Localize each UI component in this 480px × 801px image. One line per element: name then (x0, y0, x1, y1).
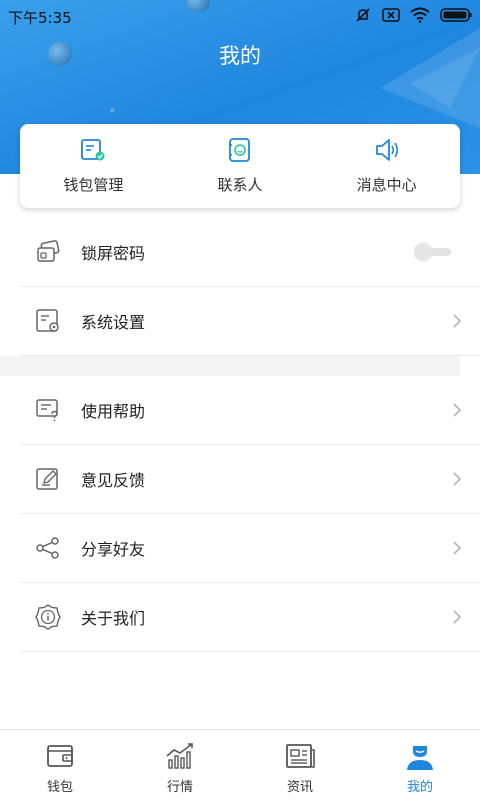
menu-item-label: 使用帮助 (81, 402, 146, 421)
tab-news[interactable]: 资讯 (240, 730, 360, 801)
tab-label: 我的 (406, 780, 433, 795)
wallet-manage-icon (81, 139, 105, 161)
quick-action-label: 消息中心 (356, 176, 417, 194)
menu-item-help[interactable]: 使用帮助 (20, 376, 480, 445)
info-badge-icon (35, 604, 61, 630)
quick-action-label: 联系人 (217, 176, 263, 194)
mute-icon (356, 8, 370, 22)
edit-icon (36, 468, 58, 490)
menu-item-label: 关于我们 (81, 609, 146, 628)
quick-action-message-center[interactable]: 消息中心 (313, 124, 460, 208)
menu-item-lock-screen[interactable]: 锁屏密码 (20, 218, 480, 287)
tab-label: 钱包 (46, 780, 73, 795)
settings-doc-icon (36, 309, 59, 332)
chevron-right-icon (453, 541, 462, 555)
speaker-icon (375, 139, 398, 161)
tab-label: 资讯 (286, 780, 313, 795)
tab-mine[interactable]: 我的 (360, 730, 480, 801)
chevron-right-icon (453, 610, 462, 624)
no-sim-icon (382, 8, 400, 22)
menu-item-label: 系统设置 (81, 313, 146, 332)
menu-item-label: 分享好友 (81, 540, 146, 559)
menu-item-label: 锁屏密码 (81, 244, 146, 263)
market-chart-icon (166, 743, 193, 769)
tab-wallet[interactable]: 钱包 (0, 730, 120, 801)
menu-item-system-settings[interactable]: 系统设置 (20, 287, 480, 356)
quick-actions-card: 钱包管理 联系人 消息中心 (20, 124, 460, 208)
lock-cards-icon (37, 240, 60, 262)
settings-list: 锁屏密码 系统设置 使用帮助 意见反馈 分享好友 关于我们 (0, 218, 480, 652)
menu-item-about[interactable]: 关于我们 (20, 583, 480, 652)
newspaper-icon (286, 744, 315, 768)
chevron-right-icon (453, 472, 462, 486)
bottom-tab-bar: 钱包 行情 资讯 我的 (0, 729, 480, 801)
quick-action-label: 钱包管理 (63, 176, 124, 194)
tab-market[interactable]: 行情 (120, 730, 240, 801)
contacts-icon (229, 138, 250, 162)
page-title: 我的 (219, 44, 261, 68)
help-doc-icon (36, 399, 58, 422)
quick-action-wallet-manage[interactable]: 钱包管理 (20, 124, 167, 208)
share-icon (36, 537, 59, 559)
tab-label: 行情 (166, 780, 193, 795)
lock-screen-toggle[interactable] (413, 242, 453, 262)
user-icon (407, 746, 433, 770)
status-bar: 下午5:35 (0, 0, 480, 32)
menu-item-label: 意见反馈 (81, 471, 146, 490)
wifi-icon (410, 7, 430, 23)
menu-item-share[interactable]: 分享好友 (20, 514, 480, 583)
quick-action-contacts[interactable]: 联系人 (167, 124, 314, 208)
battery-icon (440, 8, 472, 22)
section-divider (0, 356, 460, 376)
decor-bubble (110, 108, 116, 114)
menu-item-feedback[interactable]: 意见反馈 (20, 445, 480, 514)
chevron-right-icon (453, 314, 462, 328)
wallet-icon (47, 745, 73, 767)
chevron-right-icon (453, 403, 462, 417)
status-time: 下午5:35 (8, 9, 72, 27)
